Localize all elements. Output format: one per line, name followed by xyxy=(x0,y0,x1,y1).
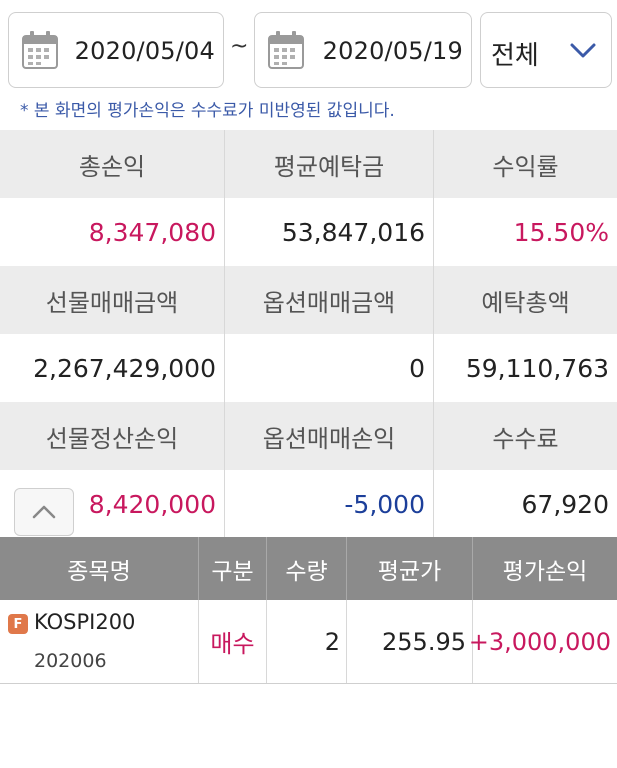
futures-badge-icon: F xyxy=(8,614,28,634)
summary-grid: 총손익 평균예탁금 수익률 8,347,080 53,847,016 15.50… xyxy=(0,130,617,538)
table-row[interactable]: F KOSPI200 202006 매수 2 255.95 +3,000,000 xyxy=(0,600,617,684)
start-date-value: 2020/05/04 xyxy=(74,37,215,65)
chevron-up-icon xyxy=(32,505,56,519)
total-deposit-value: 59,110,763 xyxy=(433,334,617,402)
commission-label: 수수료 xyxy=(433,402,617,470)
summary-value-row: 8,420,000 -5,000 67,920 xyxy=(0,470,617,538)
start-date-picker[interactable]: 2020/05/04 xyxy=(8,12,224,88)
return-rate-label: 수익률 xyxy=(433,130,617,198)
avg-price-cell: 255.95 xyxy=(346,600,472,683)
summary-value-row: 2,267,429,000 0 59,110,763 xyxy=(0,334,617,402)
options-trade-pnl-value: -5,000 xyxy=(224,470,433,538)
side-cell: 매수 xyxy=(198,600,266,683)
category-select[interactable]: 전체 xyxy=(480,12,612,88)
positions-table-header: 종목명 구분 수량 평균가 평가손익 xyxy=(0,537,617,600)
col-header-eval-pnl: 평가손익 xyxy=(472,537,617,600)
summary-value-row: 8,347,080 53,847,016 15.50% xyxy=(0,198,617,266)
date-range-separator: ~ xyxy=(230,34,249,59)
summary-header-row: 선물정산손익 옵션매매손익 수수료 xyxy=(0,402,617,470)
return-rate-value: 15.50% xyxy=(433,198,617,266)
calendar-icon xyxy=(268,31,304,69)
eval-pnl-cell: +3,000,000 xyxy=(469,600,617,683)
futures-settlement-pnl-label: 선물정산손익 xyxy=(45,424,179,453)
commission-value: 67,920 xyxy=(433,470,617,538)
avg-deposit-label: 평균예탁금 xyxy=(224,130,433,198)
col-header-avg-price: 평균가 xyxy=(346,537,472,600)
col-header-side: 구분 xyxy=(198,537,266,600)
summary-header-row: 총손익 평균예탁금 수익률 xyxy=(0,130,617,198)
options-trade-amount-value: 0 xyxy=(224,334,433,402)
futures-trade-amount-value: 2,267,429,000 xyxy=(33,353,216,383)
instrument-cell: F KOSPI200 202006 xyxy=(0,600,198,683)
collapse-button[interactable] xyxy=(14,488,74,536)
instrument-code: 202006 xyxy=(34,650,107,672)
avg-deposit-value: 53,847,016 xyxy=(224,198,433,266)
end-date-picker[interactable]: 2020/05/19 xyxy=(254,12,472,88)
calendar-icon xyxy=(22,31,58,69)
total-deposit-label: 예탁총액 xyxy=(433,266,617,334)
options-trade-pnl-label: 옵션매매손익 xyxy=(224,402,433,470)
instrument-name: KOSPI200 xyxy=(34,610,136,634)
col-header-instrument: 종목명 xyxy=(67,558,131,585)
total-pnl-label: 총손익 xyxy=(78,152,146,181)
col-header-qty: 수량 xyxy=(266,537,346,600)
end-date-value: 2020/05/19 xyxy=(322,37,463,65)
disclaimer-note: * 본 화면의 평가손익은 수수료가 미반영된 값입니다. xyxy=(20,101,395,121)
chevron-down-icon xyxy=(570,43,596,58)
options-trade-amount-label: 옵션매매금액 xyxy=(224,266,433,334)
futures-trade-amount-label: 선물매매금액 xyxy=(45,288,179,317)
category-select-value: 전체 xyxy=(491,41,539,71)
qty-cell: 2 xyxy=(266,600,346,683)
positions-table: 종목명 구분 수량 평균가 평가손익 F KOSPI200 202006 매수 … xyxy=(0,537,617,684)
summary-header-row: 선물매매금액 옵션매매금액 예탁총액 xyxy=(0,266,617,334)
total-pnl-value: 8,347,080 xyxy=(88,217,216,247)
